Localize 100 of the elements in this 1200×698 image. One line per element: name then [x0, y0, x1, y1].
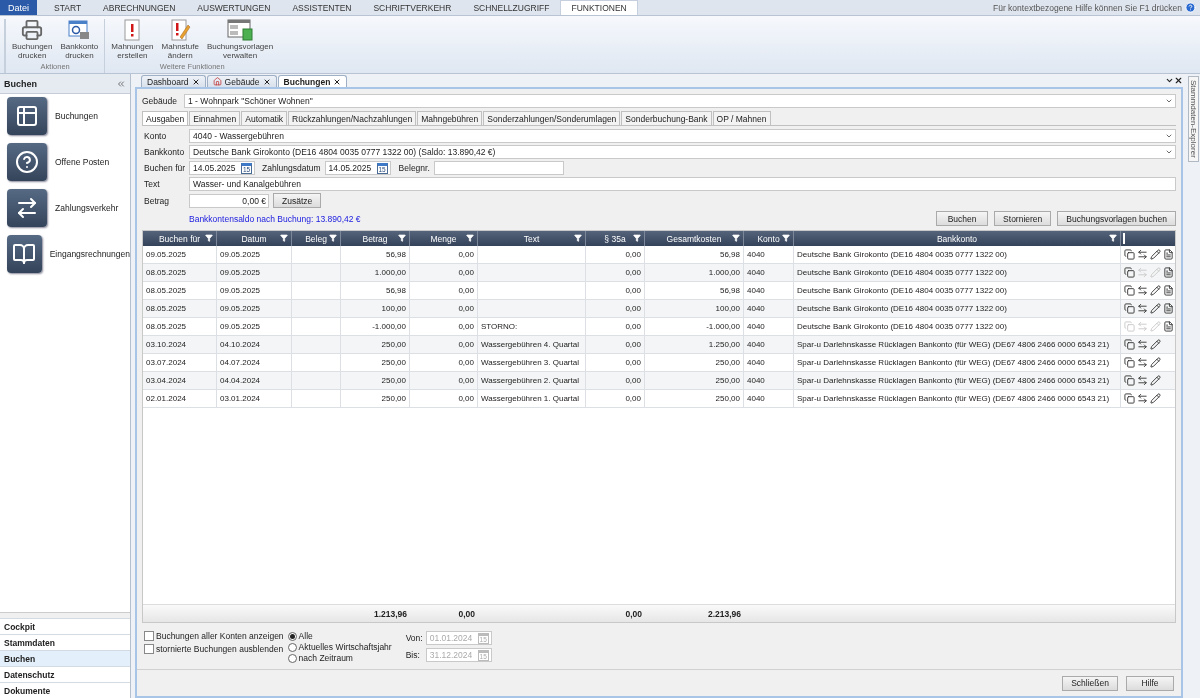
- column-header[interactable]: Menge: [410, 231, 478, 246]
- pencil-icon[interactable]: [1150, 357, 1161, 368]
- form-tab[interactable]: Sonderbuchung-Bank: [621, 111, 712, 125]
- document-icon[interactable]: [1163, 267, 1174, 278]
- document-tab[interactable]: Dashboard: [141, 75, 206, 87]
- radio-button[interactable]: [287, 631, 297, 641]
- pencil-icon[interactable]: [1150, 375, 1161, 386]
- close-icon[interactable]: [191, 77, 200, 86]
- filter-icon[interactable]: [574, 234, 582, 242]
- pencil-icon[interactable]: [1150, 303, 1161, 314]
- ribbon-tab[interactable]: ASSISTENTEN: [281, 0, 363, 15]
- column-header[interactable]: § 35a: [586, 231, 645, 246]
- copy-icon[interactable]: [1124, 285, 1135, 296]
- nav-tile[interactable]: [7, 189, 47, 227]
- swap-icon[interactable]: [1137, 375, 1148, 386]
- copy-icon[interactable]: [1124, 303, 1135, 314]
- dialog-button[interactable]: Hilfe: [1126, 675, 1174, 691]
- radio-button[interactable]: [287, 642, 297, 652]
- pencil-icon[interactable]: [1150, 393, 1161, 404]
- action-button[interactable]: Buchungsvorlagen buchen: [1057, 211, 1176, 226]
- ribbon-tab[interactable]: FUNKTIONEN: [560, 0, 638, 15]
- document-tab[interactable]: Gebäude: [206, 75, 277, 87]
- close-icon[interactable]: [333, 77, 342, 86]
- ribbon-tab[interactable]: SCHRIFTVERKEHR: [362, 0, 463, 15]
- receipt-number-field[interactable]: [433, 161, 564, 175]
- side-panel-tab[interactable]: Stammdaten-Explorer: [1187, 76, 1199, 162]
- copy-icon[interactable]: [1124, 267, 1135, 278]
- nav-label[interactable]: Zahlungsverkehr: [55, 203, 119, 213]
- pencil-icon[interactable]: [1150, 339, 1161, 350]
- swap-icon[interactable]: [1137, 357, 1148, 368]
- form-tab[interactable]: OP / Mahnen: [712, 111, 771, 125]
- extras-button[interactable]: Zusätze: [273, 193, 322, 208]
- dialog-button[interactable]: Schließen: [1062, 675, 1118, 691]
- amount-field[interactable]: 0,00 €: [189, 193, 269, 208]
- document-tab[interactable]: Buchungen: [277, 75, 348, 87]
- close-icon[interactable]: [1174, 76, 1183, 85]
- ribbon-tab[interactable]: ABRECHNUNGEN: [92, 0, 187, 15]
- ribbon-button[interactable]: Mahnungen erstellen: [111, 19, 154, 62]
- nav-tile[interactable]: [7, 235, 42, 273]
- filter-icon[interactable]: [732, 234, 740, 242]
- form-tab[interactable]: Ausgaben: [142, 111, 189, 125]
- column-handle-icon[interactable]: [1123, 233, 1125, 244]
- form-tab[interactable]: Automatik: [241, 111, 288, 125]
- document-icon[interactable]: [1163, 285, 1174, 296]
- filter-icon[interactable]: [1109, 234, 1117, 242]
- filter-icon[interactable]: [466, 234, 474, 242]
- ribbon-button[interactable]: Mahnstufe ändern: [161, 19, 199, 62]
- nav-item[interactable]: Buchen: [0, 650, 130, 666]
- swap-icon[interactable]: [1137, 285, 1148, 296]
- building-select[interactable]: 1 - Wohnpark "Schöner Wohnen": [184, 94, 1176, 108]
- file-menu-button[interactable]: Datei: [0, 0, 37, 15]
- dropdown-icon[interactable]: [1165, 76, 1174, 85]
- ribbon-button[interactable]: Buchungen drucken: [12, 19, 53, 62]
- column-header[interactable]: Beleg: [292, 231, 341, 246]
- nav-item[interactable]: Cockpit: [0, 618, 130, 634]
- filter-icon[interactable]: [205, 234, 213, 242]
- column-header[interactable]: Text: [478, 231, 586, 246]
- form-tab[interactable]: Mahngebühren: [417, 111, 483, 125]
- radio-button[interactable]: [287, 653, 297, 663]
- close-icon[interactable]: [262, 77, 271, 86]
- copy-icon[interactable]: [1124, 249, 1135, 260]
- copy-icon[interactable]: [1124, 375, 1135, 386]
- form-tab[interactable]: Sonderzahlungen/Sonderumlagen: [483, 111, 621, 125]
- help-icon[interactable]: [1185, 2, 1196, 13]
- ribbon-button[interactable]: Buchungsvorlagen verwalten: [206, 19, 274, 62]
- checkbox[interactable]: [144, 631, 154, 641]
- pencil-icon[interactable]: [1150, 249, 1161, 260]
- column-header[interactable]: Gesamtkosten: [645, 231, 744, 246]
- ribbon-tab[interactable]: START: [43, 0, 93, 15]
- swap-icon[interactable]: [1137, 303, 1148, 314]
- swap-icon[interactable]: [1137, 393, 1148, 404]
- copy-icon[interactable]: [1124, 393, 1135, 404]
- action-button[interactable]: Buchen: [936, 211, 989, 226]
- filter-icon[interactable]: [398, 234, 406, 242]
- nav-label[interactable]: Eingangsrechnungen: [49, 249, 130, 259]
- nav-tile[interactable]: [7, 97, 47, 135]
- bank-account-select[interactable]: Deutsche Bank Girokonto (DE16 4804 0035 0777 1322 00) (Saldo: 13.890,42 €): [189, 145, 1176, 159]
- document-icon[interactable]: [1163, 303, 1174, 314]
- nav-tile[interactable]: [7, 143, 47, 181]
- pencil-icon[interactable]: [1150, 285, 1161, 296]
- column-header[interactable]: Konto: [744, 231, 794, 246]
- column-header[interactable]: Betrag: [341, 231, 410, 246]
- filter-icon[interactable]: [633, 234, 641, 242]
- nav-label[interactable]: Buchungen: [55, 111, 98, 121]
- column-header[interactable]: Buchen für: [143, 231, 217, 246]
- column-header[interactable]: Bankkonto: [794, 231, 1121, 246]
- filter-icon[interactable]: [782, 234, 790, 242]
- column-header[interactable]: Datum: [217, 231, 292, 246]
- checkbox[interactable]: [144, 644, 154, 654]
- form-tab[interactable]: Rückzahlungen/Nachzahlungen: [288, 111, 417, 125]
- filter-icon[interactable]: [329, 234, 337, 242]
- action-button[interactable]: Stornieren: [994, 211, 1052, 226]
- account-select[interactable]: 4040 - Wassergebühren: [189, 129, 1176, 143]
- filter-icon[interactable]: [280, 234, 288, 242]
- copy-icon[interactable]: [1124, 339, 1135, 350]
- text-field[interactable]: Wasser- und Kanalgebühren: [189, 177, 1176, 191]
- ribbon-button[interactable]: Bankkonto drucken: [60, 19, 99, 62]
- swap-icon[interactable]: [1137, 339, 1148, 350]
- document-icon[interactable]: [1163, 321, 1174, 332]
- copy-icon[interactable]: [1124, 357, 1135, 368]
